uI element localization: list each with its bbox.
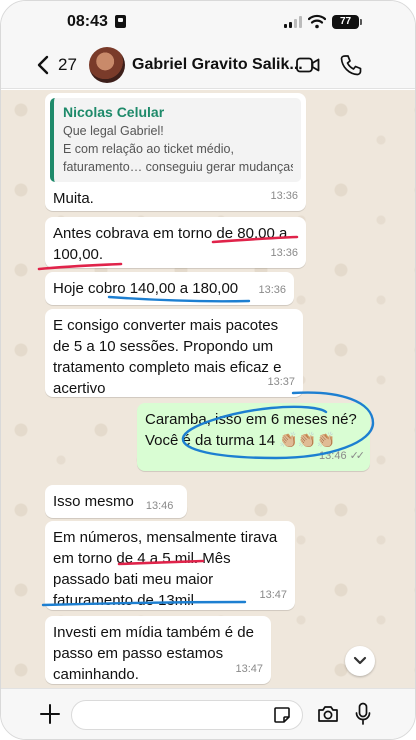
message-time: 13:36 [258, 284, 286, 296]
message-time: 13:37 [267, 376, 295, 388]
video-call-icon[interactable] [296, 57, 320, 73]
message-text-line: acertivo [53, 380, 106, 397]
message-text: Isso mesmo [53, 493, 134, 510]
message-incoming[interactable]: Hoje cobro 140,00 a 180,00 13:36 [45, 272, 294, 305]
message-time: 13:47 [235, 663, 263, 675]
id-card-icon [115, 15, 126, 28]
message-incoming[interactable]: Isso mesmo 13:46 [45, 485, 187, 518]
double-check-icon: ✓✓ [349, 450, 366, 462]
contact-name[interactable]: Gabriel Gravito Salik... [132, 56, 303, 74]
message-text-line: Investi em mídia também é de [53, 624, 254, 641]
status-time: 08:43 [67, 13, 108, 30]
camera-icon[interactable] [317, 705, 339, 723]
message-time: 13:46 ✓✓ [319, 446, 366, 467]
message-text-line: em torno de 4 a 5 mil. Mês [53, 550, 231, 567]
message-text-line: E consigo converter mais pacotes [53, 317, 279, 334]
message-text-line: caminhando. [53, 666, 139, 683]
message-text-line: 100,00. [53, 246, 104, 263]
message-time: 13:36 [270, 247, 298, 259]
message-incoming[interactable]: Investi em mídia também é de passo em pa… [45, 616, 271, 684]
quoted-message[interactable]: Nicolas Celular Que legal Gabriel! E com… [50, 98, 301, 182]
message-input[interactable] [71, 700, 303, 730]
signal-icon [284, 16, 302, 28]
composer-bar [1, 688, 415, 739]
message-time-label: 13:46 [319, 450, 347, 462]
scroll-down-button[interactable] [345, 646, 375, 676]
plus-icon[interactable] [39, 703, 61, 725]
message-time: 13:47 [259, 589, 287, 601]
battery-icon: 77 [332, 15, 362, 29]
message-outgoing[interactable]: Caramba, isso em 6 meses né? Você é da t… [137, 403, 370, 471]
chevron-left-icon[interactable] [36, 55, 50, 75]
message-text-line: de 5 a 10 sessões. Propondo um [53, 338, 274, 355]
message-text-line: tratamento completo mais eficaz e [53, 359, 282, 376]
quote-line: Que legal Gabriel! [63, 124, 164, 138]
avatar[interactable] [89, 47, 125, 83]
chevron-down-icon [353, 656, 367, 665]
message-incoming[interactable]: E consigo converter mais pacotes de 5 a … [45, 309, 303, 397]
message-text-line: passo em passo estamos [53, 645, 224, 662]
sticker-icon[interactable] [273, 706, 291, 724]
message-text-line: Antes cobrava em torno de 80,00 a [53, 225, 288, 242]
quote-author: Nicolas Celular [63, 104, 165, 120]
unread-count[interactable]: 27 [58, 55, 77, 75]
message-text: Muita. [53, 190, 94, 207]
chat-header: 27 Gabriel Gravito Salik... [1, 41, 415, 89]
message-text-line: Caramba, isso em 6 meses né? [145, 411, 357, 428]
message-time: 13:36 [270, 190, 298, 202]
chat-area[interactable]: Nicolas Celular Que legal Gabriel! E com… [1, 90, 415, 690]
message-incoming[interactable]: Nicolas Celular Que legal Gabriel! E com… [45, 93, 306, 211]
message-incoming[interactable]: Antes cobrava em torno de 80,00 a 100,00… [45, 217, 306, 268]
quote-line: faturamento… conseguiu gerar mudanças… [63, 160, 293, 174]
quote-line: E com relação ao ticket médio, [63, 142, 234, 156]
message-text-line: passado bati meu maior [53, 571, 214, 588]
message-text-line: faturamento de 13mil [53, 592, 194, 609]
status-bar: 08:43 77 [1, 1, 415, 41]
message-time: 13:46 [145, 500, 174, 512]
message-incoming[interactable]: Em números, mensalmente tirava em torno … [45, 521, 295, 610]
microphone-icon[interactable] [355, 702, 371, 726]
wifi-icon [308, 14, 326, 29]
phone-screen: 08:43 77 27 Gabriel Gravito Salik... Nic… [0, 0, 416, 740]
message-text-line: Em números, mensalmente tirava [53, 529, 278, 546]
message-text: Hoje cobro 140,00 a 180,00 [53, 280, 239, 297]
phone-icon[interactable] [340, 54, 362, 76]
